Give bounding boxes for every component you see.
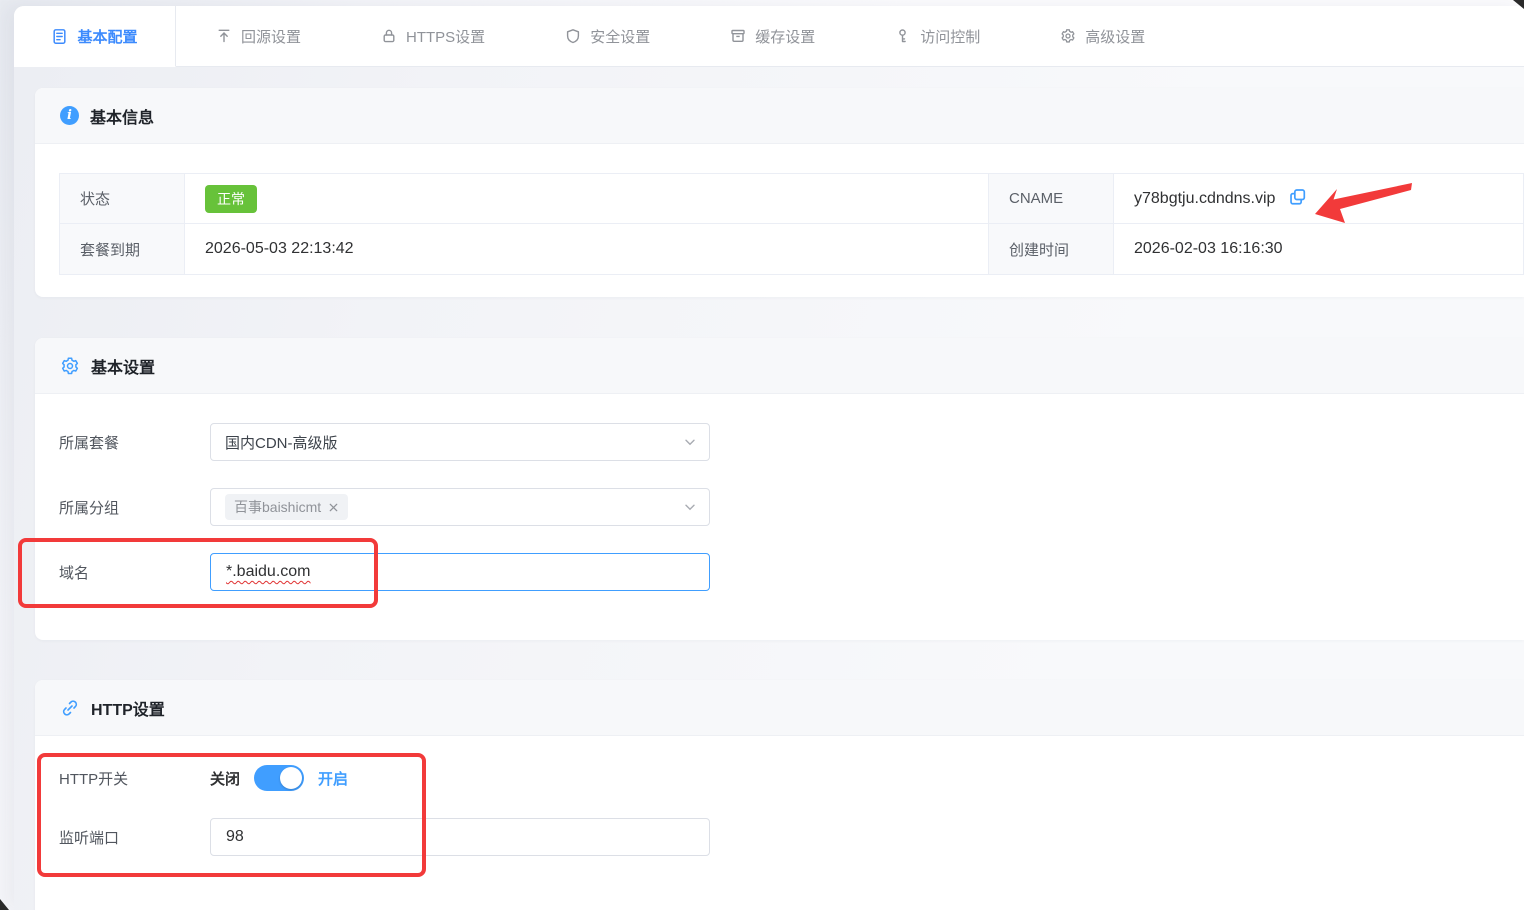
created-time-label: 创建时间 [989, 224, 1114, 274]
group-row: 所属分组 百事baishicmt [59, 488, 1500, 526]
listen-port-input[interactable]: 98 [210, 818, 710, 856]
plan-select[interactable]: 国内CDN-高级版 [210, 423, 710, 461]
http-switch-group: 关闭 开启 [210, 765, 348, 791]
main-panel: 基本配置 回源设置 HTTPS设置 安全设置 [14, 6, 1524, 910]
cursor-artifact-bottom-left [0, 896, 10, 910]
lock-icon [381, 28, 397, 44]
listen-port-value: 98 [226, 828, 244, 846]
key-icon [895, 28, 911, 44]
domain-input[interactable]: *.baidu.com [210, 553, 710, 591]
tab-https-settings[interactable]: HTTPS设置 [341, 6, 525, 67]
chevron-down-icon [683, 500, 697, 514]
domain-label: 域名 [59, 562, 210, 583]
tab-label: 缓存设置 [755, 26, 815, 47]
http-settings-card: HTTP设置 HTTP开关 关闭 开启 监听端口 [35, 680, 1524, 910]
tab-cache-settings[interactable]: 缓存设置 [690, 6, 855, 67]
status-label: 状态 [60, 174, 185, 224]
link-icon [60, 698, 80, 718]
cname-value: y78bgtju.cdndns.vip [1134, 190, 1275, 208]
tab-label: 回源设置 [241, 26, 301, 47]
tab-label: 基本配置 [77, 26, 137, 47]
plan-row: 所属套餐 国内CDN-高级版 [59, 423, 1500, 461]
http-settings-header: HTTP设置 [35, 680, 1524, 736]
plan-expire-label: 套餐到期 [60, 224, 185, 274]
tab-security-settings[interactable]: 安全设置 [525, 6, 690, 67]
section-title: 基本信息 [90, 104, 154, 128]
copy-icon [1289, 188, 1307, 209]
tab-label: 高级设置 [1085, 26, 1145, 47]
tab-label: HTTPS设置 [406, 26, 485, 47]
copy-cname-button[interactable] [1289, 188, 1307, 209]
listen-port-label: 监听端口 [59, 827, 210, 848]
plan-select-value: 国内CDN-高级版 [225, 432, 338, 453]
plan-label: 所属套餐 [59, 432, 210, 453]
upload-icon [216, 28, 232, 44]
config-tabbar: 基本配置 回源设置 HTTPS设置 安全设置 [14, 6, 1524, 67]
basic-info-header: i 基本信息 [35, 88, 1524, 144]
domain-input-value: *.baidu.com [226, 563, 311, 581]
created-time-value: 2026-02-03 16:16:30 [1114, 224, 1524, 274]
group-tag-label: 百事baishicmt [234, 497, 321, 517]
http-switch-row: HTTP开关 关闭 开启 [59, 765, 1500, 791]
basic-settings-card: 基本设置 所属套餐 国内CDN-高级版 所属分组 [35, 338, 1524, 640]
tag-close-icon[interactable] [328, 502, 339, 513]
gear-outline-icon [60, 356, 80, 376]
content-area: i 基本信息 状态 正常 CNAME y78bgtju.cdndns.vip [14, 67, 1524, 910]
http-toggle[interactable] [254, 765, 304, 791]
shield-icon [565, 28, 581, 44]
http-switch-label: HTTP开关 [59, 768, 210, 789]
cname-label: CNAME [989, 174, 1114, 224]
group-tag: 百事baishicmt [225, 494, 348, 520]
tab-label: 安全设置 [590, 26, 650, 47]
section-title: HTTP设置 [91, 696, 165, 720]
domain-row: 域名 *.baidu.com [59, 553, 1500, 591]
status-cell: 正常 [185, 174, 989, 224]
switch-on-text: 开启 [318, 768, 348, 789]
basic-info-table: 状态 正常 CNAME y78bgtju.cdndns.vip 套餐到期 [59, 173, 1524, 275]
toggle-knob [280, 767, 302, 789]
tab-access-control[interactable]: 访问控制 [855, 6, 1020, 67]
info-circle-icon: i [60, 106, 79, 125]
cname-cell: y78bgtju.cdndns.vip [1114, 174, 1524, 224]
basic-settings-header: 基本设置 [35, 338, 1524, 394]
group-label: 所属分组 [59, 497, 210, 518]
archive-box-icon [730, 28, 746, 44]
listen-port-row: 监听端口 98 [59, 818, 1500, 856]
tab-label: 访问控制 [920, 26, 980, 47]
basic-info-card: i 基本信息 状态 正常 CNAME y78bgtju.cdndns.vip [35, 88, 1524, 297]
tab-advanced-settings[interactable]: 高级设置 [1020, 6, 1185, 67]
status-badge: 正常 [205, 185, 257, 213]
chevron-down-icon [683, 435, 697, 449]
basic-settings-form: 所属套餐 国内CDN-高级版 所属分组 百事baishicmt [35, 394, 1524, 591]
tab-origin-settings[interactable]: 回源设置 [176, 6, 341, 67]
section-title: 基本设置 [91, 354, 155, 378]
tab-basic-config[interactable]: 基本配置 [14, 6, 176, 67]
tabbar-filler [1185, 6, 1524, 67]
http-settings-form: HTTP开关 关闭 开启 监听端口 98 [35, 736, 1524, 856]
switch-off-text: 关闭 [210, 768, 240, 789]
plan-expire-value: 2026-05-03 22:13:42 [185, 224, 989, 274]
gear-icon [1060, 28, 1076, 44]
group-multiselect[interactable]: 百事baishicmt [210, 488, 710, 526]
file-text-icon [51, 28, 68, 45]
